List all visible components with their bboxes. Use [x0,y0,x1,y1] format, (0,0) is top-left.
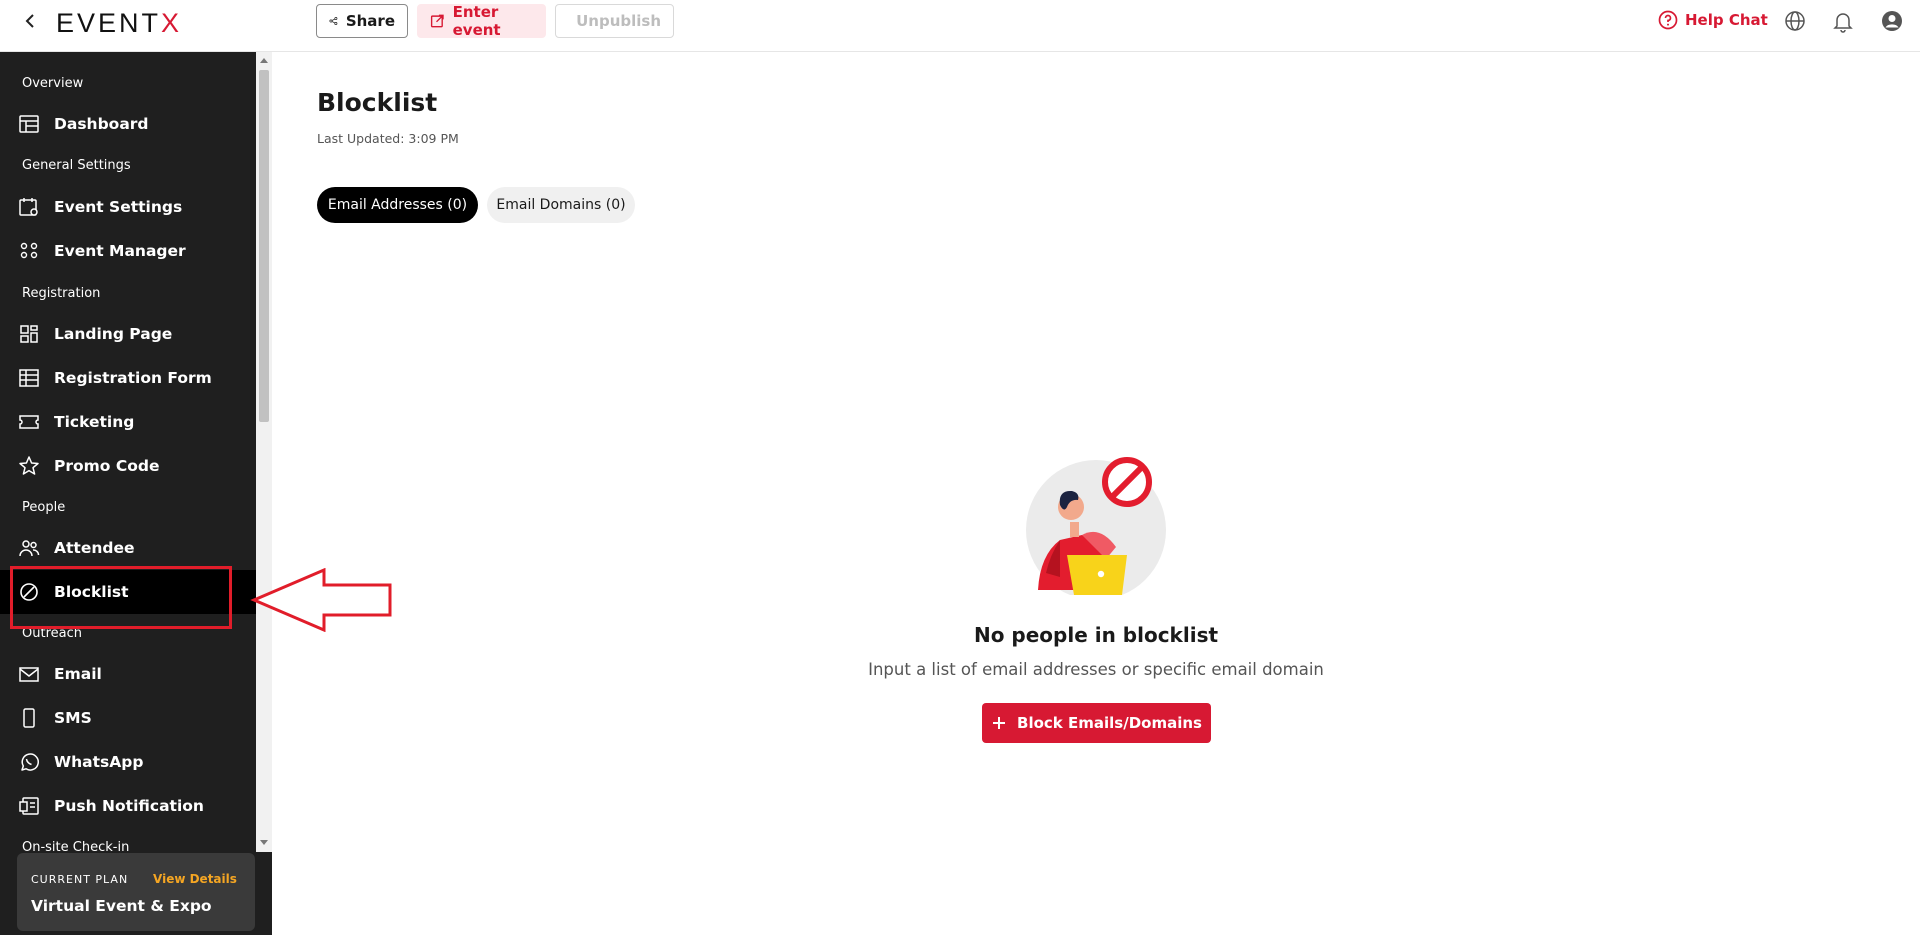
current-plan-card: CURRENT PLAN View Details Virtual Event … [17,853,255,931]
block-emails-domains-button[interactable]: Block Emails/Domains [982,703,1211,743]
bell-icon[interactable] [1831,9,1855,33]
sidebar-item-registration-form[interactable]: Registration Form [0,356,256,400]
sidebar-item-attendee[interactable]: Attendee [0,526,256,570]
share-button[interactable]: Share [316,4,408,38]
sidebar-item-event-manager[interactable]: Event Manager [0,229,256,273]
table-icon [19,369,39,387]
sidebar-label: Ticketing [54,413,135,431]
plan-name: Virtual Event & Expo [31,897,212,915]
plan-label: CURRENT PLAN [31,873,129,886]
unpublish-label: Unpublish [576,12,661,30]
page-title: Blocklist [317,88,438,117]
enter-event-label: Enter event [452,3,501,39]
sidebar-label: Event Settings [54,198,183,216]
users-icon [19,540,40,557]
sidebar-item-landing-page[interactable]: Landing Page [0,312,256,356]
section-general-settings: General Settings [22,158,131,173]
section-overview: Overview [22,76,84,91]
sidebar: Overview Dashboard General Settings Even… [0,52,256,852]
share-icon [329,17,338,25]
unpublish-button[interactable]: Unpublish [555,4,674,38]
sidebar-item-push-notification[interactable]: Push Notification [0,784,256,828]
empty-state-subtitle: Input a list of email addresses or speci… [868,660,1324,679]
sidebar-label: Attendee [54,539,135,557]
help-chat-button[interactable]: Help Chat [1658,10,1768,30]
sidebar-label: SMS [54,709,92,727]
view-details-link[interactable]: View Details [153,872,237,886]
eventx-logo[interactable]: EVENTX [56,8,182,39]
sidebar-label: Dashboard [54,115,149,133]
tab-email-domains[interactable]: Email Domains (0) [487,187,635,223]
sidebar-label: WhatsApp [54,753,144,771]
share-label: Share [345,12,395,30]
users-group-icon [20,242,38,259]
sidebar-item-event-settings[interactable]: Event Settings [0,185,256,229]
phone-icon [23,708,35,728]
top-bar: EVENTX Share Enter event Unpublish Help … [0,0,1920,52]
enter-event-button[interactable]: Enter event [417,3,546,39]
sidebar-scrollbar[interactable] [256,52,272,852]
section-onsite-checkin: On-site Check-in [22,840,130,852]
chevron-left-icon[interactable] [20,10,40,32]
calendar-gear-icon [19,198,38,216]
sidebar-item-whatsapp[interactable]: WhatsApp [0,740,256,784]
ticket-icon [19,415,39,429]
annotation-highlight-box [10,566,232,629]
help-chat-label: Help Chat [1685,11,1768,29]
sidebar-item-dashboard[interactable]: Dashboard [0,102,256,146]
scroll-thumb[interactable] [259,70,269,422]
scroll-up-arrow[interactable] [260,58,268,63]
empty-state-illustration [1026,457,1166,595]
sidebar-item-ticketing[interactable]: Ticketing [0,400,256,444]
sidebar-item-promo-code[interactable]: Promo Code [0,444,256,488]
sidebar-label: Registration Form [54,369,212,387]
user-circle-icon[interactable] [1880,9,1904,33]
sidebar-label: Promo Code [54,457,160,475]
section-people: People [22,500,66,515]
calendar-grid-icon [19,115,39,133]
whatsapp-icon [21,753,39,771]
block-button-label: Block Emails/Domains [1017,714,1202,732]
sidebar-label: Landing Page [54,325,173,343]
sidebar-item-sms[interactable]: SMS [0,696,256,740]
globe-icon[interactable] [1783,9,1807,33]
last-updated: Last Updated: 3:09 PM [317,131,459,146]
question-circle-icon [1658,10,1678,30]
annotation-arrow [250,568,392,632]
plus-icon [993,717,1006,729]
external-link-icon [430,14,444,28]
sidebar-label: Event Manager [54,242,186,260]
layout-icon [20,325,38,343]
notification-icon [19,797,39,815]
scroll-down-arrow[interactable] [260,840,268,845]
section-registration: Registration [22,286,101,301]
star-icon [19,456,39,475]
tab-email-addresses[interactable]: Email Addresses (0) [317,187,478,223]
sidebar-label: Push Notification [54,797,204,815]
plan-area: CURRENT PLAN View Details Virtual Event … [0,852,272,935]
